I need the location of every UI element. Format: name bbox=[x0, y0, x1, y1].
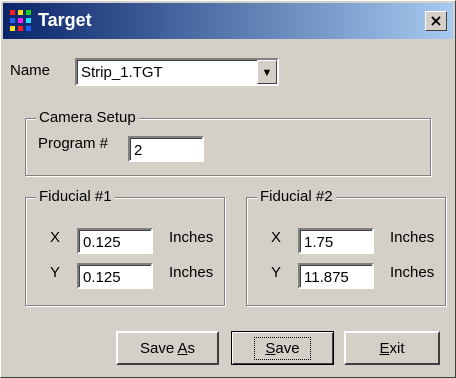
title-bar[interactable]: Target × bbox=[3, 3, 453, 39]
fiducial-2-group: Fiducial #2 X 1.75 Inches Y 11.875 Inche… bbox=[246, 188, 446, 306]
fiducial-2-y-value: 11.875 bbox=[304, 269, 349, 286]
exit-button[interactable]: Exit bbox=[344, 331, 440, 365]
program-label: Program # bbox=[38, 135, 109, 152]
fiducial-1-legend: Fiducial #1 bbox=[36, 188, 115, 205]
close-icon[interactable]: × bbox=[425, 11, 447, 31]
fiducial-1-x-input[interactable]: 0.125 bbox=[77, 228, 153, 254]
save-label: Save bbox=[254, 336, 311, 360]
save-as-label: Save As bbox=[139, 339, 196, 357]
name-combobox[interactable]: Strip_1.TGT ▼ bbox=[75, 58, 279, 86]
fiducial-2-x-input[interactable]: 1.75 bbox=[298, 228, 374, 254]
program-input[interactable]: 2 bbox=[128, 136, 204, 162]
name-value: Strip_1.TGT bbox=[81, 64, 163, 81]
fiducial-1-y-unit: Inches bbox=[169, 264, 214, 281]
fiducial-2-x-label: X bbox=[271, 229, 282, 246]
program-value: 2 bbox=[134, 142, 143, 159]
fiducial-2-x-unit: Inches bbox=[390, 229, 435, 246]
camera-setup-legend: Camera Setup bbox=[36, 109, 139, 126]
save-button[interactable]: Save bbox=[231, 331, 334, 365]
fiducial-2-y-unit: Inches bbox=[390, 264, 435, 281]
fiducial-2-x-value: 1.75 bbox=[304, 234, 334, 251]
fiducial-2-y-label: Y bbox=[271, 264, 282, 281]
window-title: Target bbox=[38, 10, 92, 30]
exit-label: Exit bbox=[379, 339, 405, 357]
app-icon bbox=[10, 10, 32, 32]
camera-setup-group: Camera Setup Program # 2 bbox=[25, 109, 431, 176]
fiducial-1-group: Fiducial #1 X 0.125 Inches Y 0.125 Inche… bbox=[25, 188, 225, 306]
fiducial-2-legend: Fiducial #2 bbox=[257, 188, 336, 205]
fiducial-1-y-value: 0.125 bbox=[83, 269, 121, 286]
fiducial-1-y-input[interactable]: 0.125 bbox=[77, 263, 153, 289]
fiducial-1-x-label: X bbox=[50, 229, 61, 246]
fiducial-2-y-input[interactable]: 11.875 bbox=[298, 263, 374, 289]
fiducial-1-x-unit: Inches bbox=[169, 229, 214, 246]
chevron-down-icon[interactable]: ▼ bbox=[257, 60, 277, 84]
name-label: Name bbox=[10, 62, 51, 79]
save-as-button[interactable]: Save As bbox=[116, 331, 219, 365]
target-dialog: Target × Name Strip_1.TGT ▼ Camera Setup… bbox=[0, 0, 456, 378]
fiducial-1-x-value: 0.125 bbox=[83, 234, 121, 251]
fiducial-1-y-label: Y bbox=[50, 264, 61, 281]
